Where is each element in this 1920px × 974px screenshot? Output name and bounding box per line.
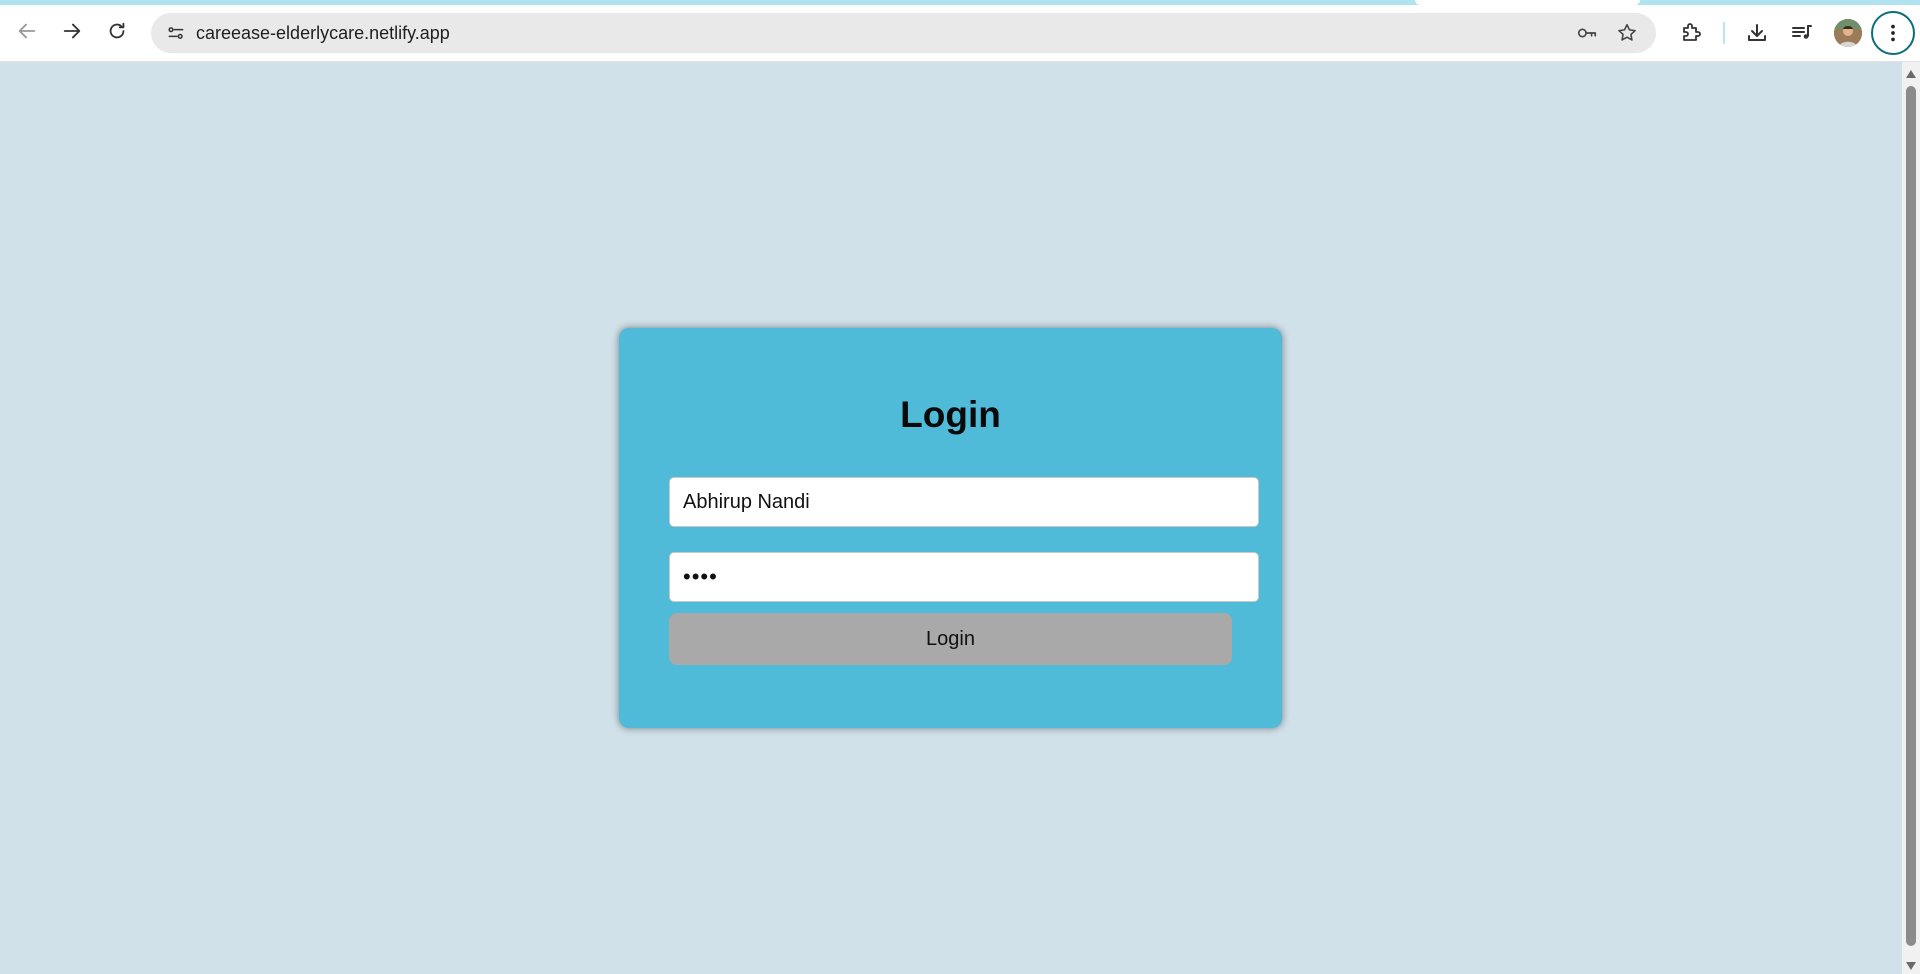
scroll-down-arrow-icon[interactable] — [1906, 962, 1916, 970]
url-text[interactable]: careease-elderlycare.netlify.app — [196, 13, 450, 53]
download-icon[interactable] — [1741, 17, 1773, 49]
password-input[interactable] — [669, 552, 1259, 602]
toolbar-divider — [1723, 22, 1725, 44]
scroll-up-arrow-icon[interactable] — [1906, 70, 1916, 78]
login-title: Login — [900, 394, 1001, 435]
address-bar[interactable]: careease-elderlycare.netlify.app — [151, 13, 1656, 53]
back-button[interactable] — [9, 15, 45, 51]
page-viewport: Login Login — [0, 62, 1902, 974]
avatar[interactable] — [1834, 19, 1862, 47]
username-input[interactable] — [669, 477, 1259, 527]
kebab-menu-icon[interactable] — [1871, 11, 1915, 55]
reload-button[interactable] — [99, 15, 135, 51]
star-icon[interactable] — [1614, 20, 1640, 46]
key-icon[interactable] — [1574, 20, 1600, 46]
login-button[interactable]: Login — [669, 613, 1232, 665]
login-card: Login Login — [619, 328, 1282, 728]
forward-arrow-icon — [61, 20, 83, 47]
back-arrow-icon — [16, 20, 38, 47]
media-playlist-icon[interactable] — [1786, 17, 1818, 49]
reload-icon — [106, 20, 128, 47]
forward-button[interactable] — [54, 15, 90, 51]
puzzle-icon[interactable] — [1675, 17, 1707, 49]
site-settings-icon[interactable] — [161, 18, 191, 48]
browser-toolbar: careease-elderlycare.netlify.app — [0, 0, 1920, 62]
active-tab-edge — [1415, 0, 1640, 5]
vertical-scrollbar[interactable] — [1902, 62, 1920, 974]
scrollbar-thumb[interactable] — [1906, 86, 1916, 946]
tab-strip — [0, 0, 1920, 5]
